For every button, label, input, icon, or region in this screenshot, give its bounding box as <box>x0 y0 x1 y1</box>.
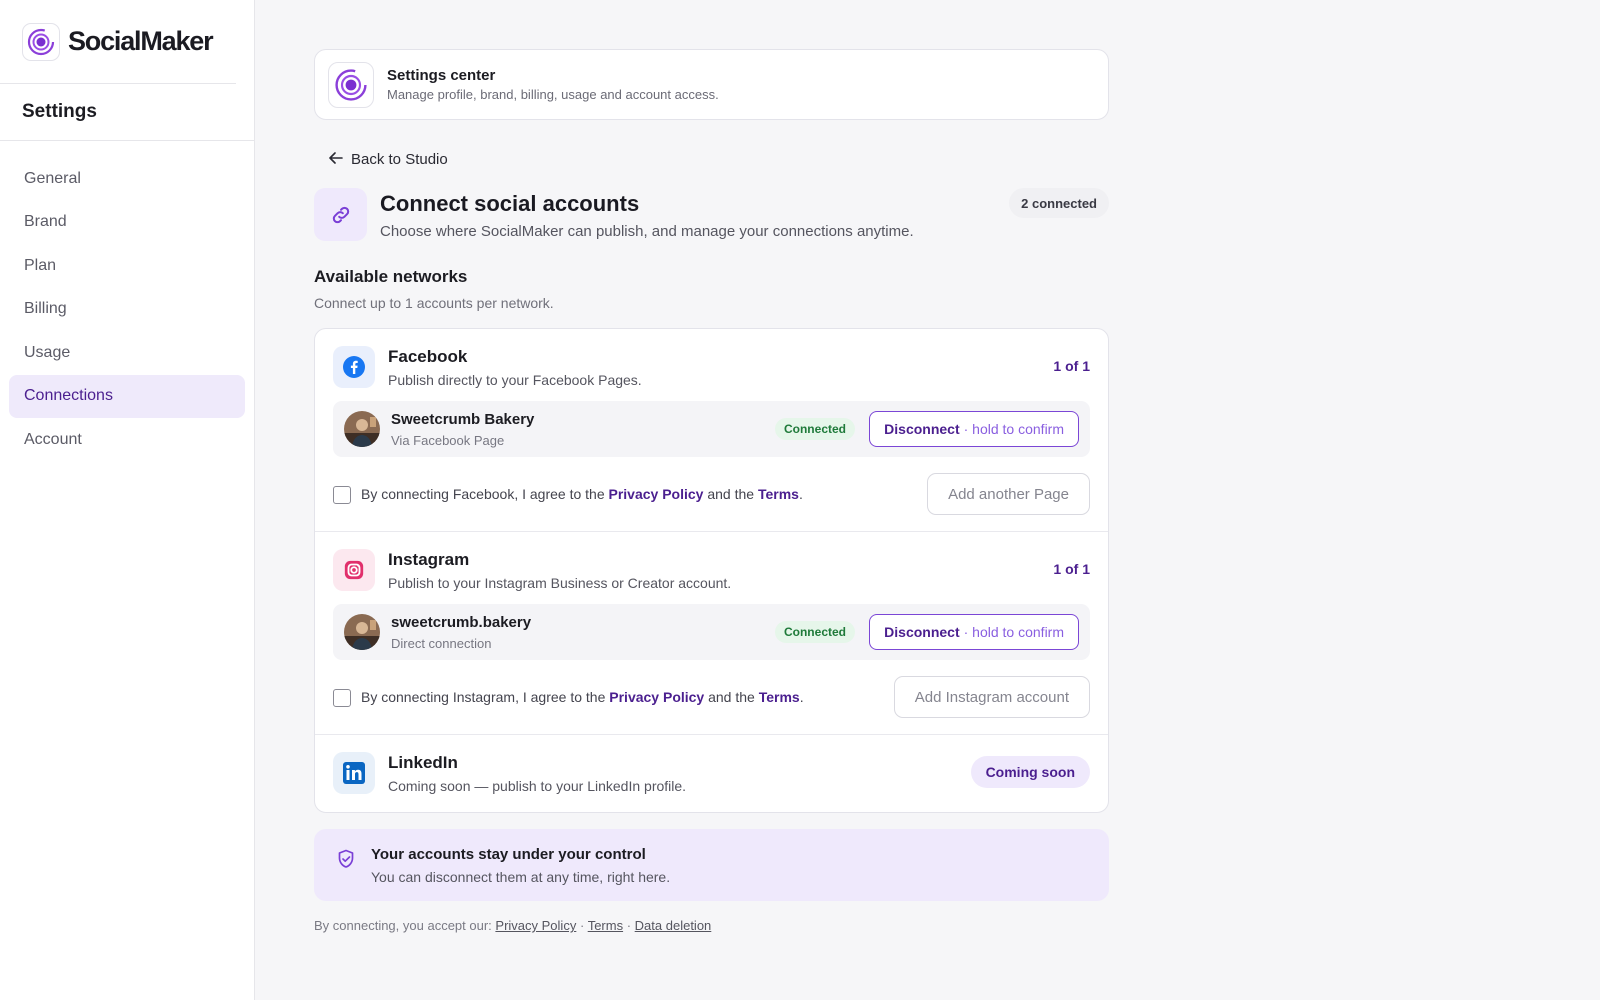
account-name: sweetcrumb.bakery <box>391 614 532 631</box>
control-subtitle: You can disconnect them at any time, rig… <box>371 869 671 885</box>
disconnect-button[interactable]: Disconnect · hold to confirm <box>869 411 1079 447</box>
sidebar-item-billing[interactable]: Billing <box>9 288 245 331</box>
socialmaker-logo-icon <box>328 61 374 108</box>
shield-check-icon <box>337 849 355 874</box>
footer-data-deletion-link[interactable]: Data deletion <box>635 918 712 933</box>
instagram-icon <box>333 549 375 591</box>
link-icon <box>314 188 367 241</box>
disconnect-label: Disconnect <box>884 421 960 437</box>
network-facebook: Facebook Publish directly to your Facebo… <box>315 329 1108 532</box>
add-another-page-button[interactable]: Add another Page <box>927 473 1090 515</box>
consent-text: By connecting Instagram, I agree to the … <box>361 689 804 705</box>
settings-center-title: Settings center <box>387 67 496 84</box>
page-header: Connect social accounts Choose where Soc… <box>314 188 1109 242</box>
arrow-left-icon <box>329 151 343 167</box>
consent-and: and the <box>707 486 755 502</box>
settings-center-card: Settings center Manage profile, brand, b… <box>314 49 1109 120</box>
disconnect-hint: · hold to confirm <box>963 624 1064 640</box>
sidebar-item-plan[interactable]: Plan <box>9 244 245 287</box>
disconnect-button[interactable]: Disconnect · hold to confirm <box>869 614 1079 650</box>
facebook-icon <box>333 346 375 388</box>
sidebar-item-brand[interactable]: Brand <box>9 201 245 244</box>
avatar <box>344 411 380 447</box>
network-name: LinkedIn <box>388 753 458 772</box>
settings-center-subtitle: Manage profile, brand, billing, usage an… <box>387 87 719 102</box>
status-badge: Connected <box>774 621 855 643</box>
disconnect-label: Disconnect <box>884 624 960 640</box>
consent-row: By connecting Facebook, I agree to the P… <box>333 473 1090 515</box>
footer-privacy-link[interactable]: Privacy Policy <box>495 918 576 933</box>
linkedin-icon <box>333 752 375 794</box>
network-description: Publish directly to your Facebook Pages. <box>388 372 642 388</box>
consent-prefix: By connecting Instagram, I agree to the <box>361 689 606 705</box>
account-name: Sweetcrumb Bakery <box>391 411 535 428</box>
privacy-policy-link[interactable]: Privacy Policy <box>609 486 704 502</box>
account-via: Via Facebook Page <box>391 433 505 448</box>
control-title: Your accounts stay under your control <box>371 846 646 863</box>
footer-separator: · <box>579 918 585 933</box>
account-via: Direct connection <box>391 636 492 651</box>
network-count: 1 of 1 <box>1053 358 1090 374</box>
page-subtitle: Choose where SocialMaker can publish, an… <box>380 223 914 240</box>
terms-link[interactable]: Terms <box>758 486 799 502</box>
sidebar-item-account[interactable]: Account <box>9 418 245 461</box>
sidebar-nav: General Brand Plan Billing Usage Connect… <box>0 141 254 461</box>
coming-soon-badge: Coming soon <box>970 756 1090 788</box>
footer-terms-link[interactable]: Terms <box>588 918 623 933</box>
consent-suffix: . <box>799 689 804 705</box>
consent-row: By connecting Instagram, I agree to the … <box>333 676 1090 718</box>
brand[interactable]: SocialMaker <box>0 0 236 84</box>
available-networks-title: Available networks <box>314 267 468 286</box>
sidebar-item-connections[interactable]: Connections <box>9 374 245 418</box>
network-name: Instagram <box>388 550 470 569</box>
connected-account-row: Sweetcrumb Bakery Via Facebook Page Conn… <box>333 401 1090 457</box>
connected-count-badge: 2 connected <box>1009 188 1109 218</box>
network-instagram: Instagram Publish to your Instagram Busi… <box>315 532 1108 735</box>
status-badge: Connected <box>774 418 855 440</box>
privacy-policy-link[interactable]: Privacy Policy <box>609 689 704 705</box>
back-to-studio-link[interactable]: Back to Studio <box>329 147 448 171</box>
consent-text: By connecting Facebook, I agree to the P… <box>361 486 803 502</box>
sidebar-item-general[interactable]: General <box>9 157 245 200</box>
footer-separator: · <box>626 918 632 933</box>
page-title: Connect social accounts <box>380 191 640 216</box>
network-count: 1 of 1 <box>1053 561 1090 577</box>
terms-link[interactable]: Terms <box>759 689 800 705</box>
footer-prefix: By connecting, you accept our: <box>314 918 492 933</box>
add-instagram-account-button[interactable]: Add Instagram account <box>893 676 1090 718</box>
avatar <box>344 614 380 650</box>
consent-checkbox[interactable] <box>333 689 351 707</box>
consent-prefix: By connecting Facebook, I agree to the <box>361 486 605 502</box>
control-notice: Your accounts stay under your control Yo… <box>314 829 1109 901</box>
footer: By connecting, you accept our: Privacy P… <box>314 918 1109 933</box>
network-name: Facebook <box>388 347 468 366</box>
available-networks-subtitle: Connect up to 1 accounts per network. <box>314 295 554 311</box>
consent-checkbox[interactable] <box>333 486 351 504</box>
sidebar: SocialMaker Settings General Brand Plan … <box>0 0 255 1000</box>
back-to-studio-label: Back to Studio <box>351 150 448 168</box>
main-content: Settings center Manage profile, brand, b… <box>314 49 1109 933</box>
networks-list: Facebook Publish directly to your Facebo… <box>314 328 1109 813</box>
sidebar-title: Settings <box>0 84 254 141</box>
brand-name: SocialMaker <box>68 26 214 56</box>
socialmaker-logo-icon <box>22 22 60 61</box>
network-description: Coming soon — publish to your LinkedIn p… <box>388 778 687 794</box>
network-description: Publish to your Instagram Business or Cr… <box>388 575 732 591</box>
sidebar-item-usage[interactable]: Usage <box>9 331 245 374</box>
network-linkedin: LinkedIn Coming soon — publish to your L… <box>315 735 1108 812</box>
connected-account-row: sweetcrumb.bakery Direct connection Conn… <box>333 604 1090 660</box>
consent-suffix: . <box>798 486 803 502</box>
disconnect-hint: · hold to confirm <box>963 421 1064 437</box>
consent-and: and the <box>708 689 755 705</box>
